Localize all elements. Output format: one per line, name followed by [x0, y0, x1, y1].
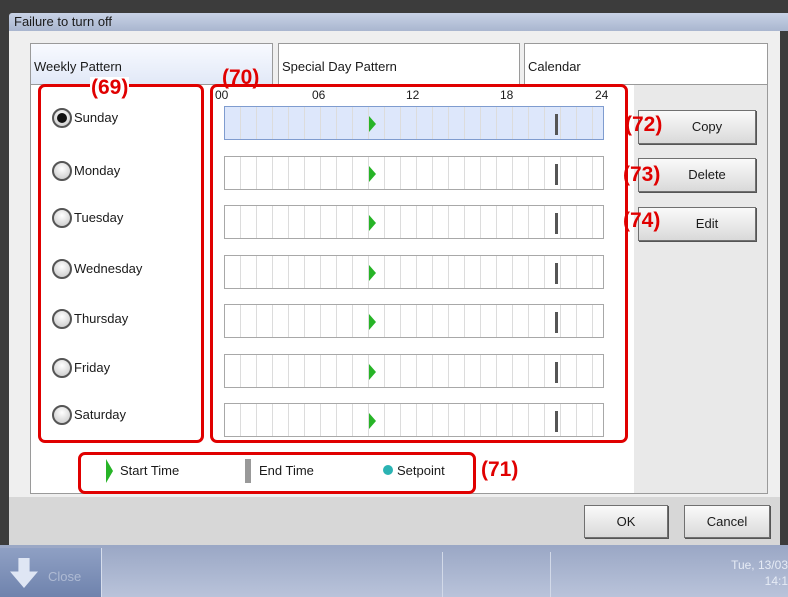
window-frame-left: [0, 31, 9, 545]
annotation-label-69: (69): [90, 76, 130, 99]
window-title: Failure to turn off: [14, 14, 113, 29]
annotation-box-legend: [78, 452, 476, 494]
window-frame-right: [780, 31, 788, 545]
annotation-label-72: (72): [625, 113, 663, 136]
annotation-box-day-list: [38, 84, 204, 443]
annotation-label-73: (73): [623, 163, 661, 186]
close-label: Close: [48, 569, 82, 584]
annotation-box-timeline: [210, 84, 628, 443]
annotation-label-74: (74): [623, 209, 661, 232]
action-strip: [634, 85, 767, 493]
taskbar-divider: [550, 552, 551, 597]
tab-calendar[interactable]: Calendar: [524, 43, 768, 85]
annotation-label-70: (70): [222, 66, 260, 89]
cancel-button[interactable]: Cancel: [684, 505, 770, 538]
taskbar-time: 14:1: [764, 574, 788, 588]
title-strip: [9, 13, 788, 31]
tab-special-day-pattern[interactable]: Special Day Pattern: [278, 43, 520, 85]
taskbar-date: Tue, 13/03: [731, 558, 788, 572]
ok-button[interactable]: OK: [584, 505, 668, 538]
taskbar: [0, 545, 788, 597]
annotation-label-71: (71): [481, 458, 519, 481]
taskbar-divider: [442, 552, 443, 597]
